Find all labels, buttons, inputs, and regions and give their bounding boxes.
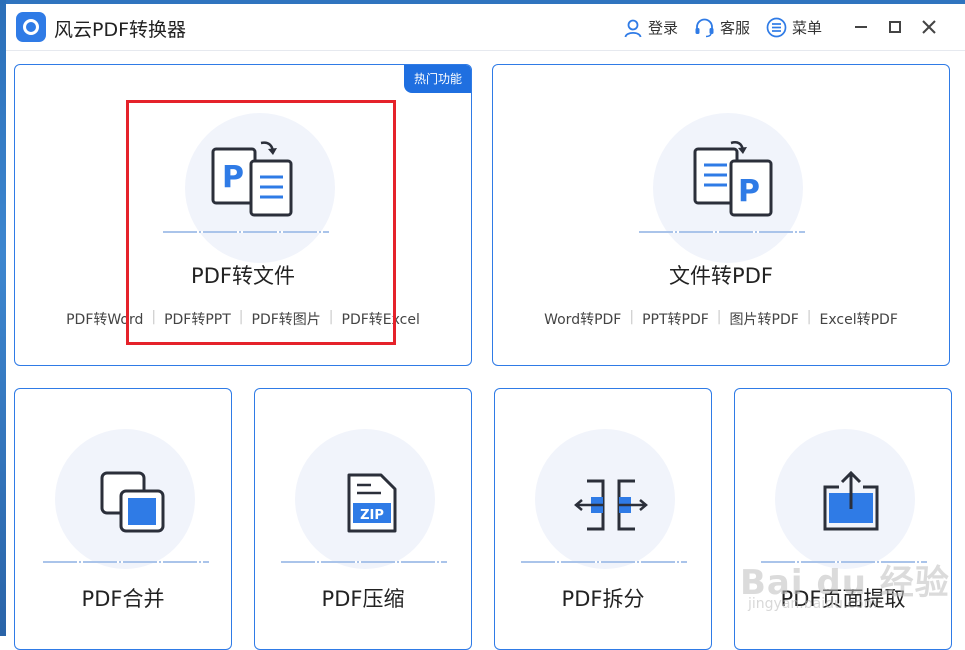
zip-file-icon: ZIP (347, 473, 397, 533)
file-to-pdf-links: Word转PDF | PPT转PDF | 图片转PDF | Excel转PDF (493, 309, 949, 329)
pdf-merge-card[interactable]: PDF合并 (14, 388, 232, 650)
divider (639, 231, 805, 233)
file-to-pdf-title: 文件转PDF (669, 264, 773, 288)
support-button[interactable]: 客服 (694, 17, 750, 38)
support-label: 客服 (720, 19, 751, 37)
maximize-icon[interactable] (884, 16, 906, 38)
menu-icon (766, 17, 787, 38)
minimize-icon[interactable] (850, 16, 872, 38)
menu-label: 菜单 (792, 19, 823, 37)
menu-button[interactable]: 菜单 (766, 17, 822, 38)
link-word-to-pdf[interactable]: Word转PDF (536, 309, 629, 329)
headset-icon (695, 18, 714, 37)
file-to-pdf-icon: P (693, 141, 773, 217)
extract-icon (823, 470, 879, 531)
zip-label: ZIP (360, 508, 384, 523)
close-icon[interactable] (918, 16, 940, 38)
divider (281, 561, 447, 563)
desktop-edge-left (0, 0, 6, 636)
pdf-compress-title: PDF压缩 (321, 587, 405, 611)
merge-icon (100, 471, 165, 533)
app-title: 风云PDF转换器 (54, 19, 187, 41)
login-label: 登录 (648, 19, 679, 37)
login-button[interactable]: 登录 (623, 17, 678, 38)
file-to-pdf-card[interactable]: P 文件转PDF Word转PDF | PPT转PDF | 图片转PDF | E… (492, 64, 950, 366)
link-image-to-pdf[interactable]: 图片转PDF (722, 309, 807, 329)
baidu-watermark-url: jingyan.baidu.com (748, 596, 878, 612)
user-icon (624, 19, 642, 37)
title-bar: 风云PDF转换器 登录 客服 菜单 (6, 4, 965, 51)
pdf-merge-title: PDF合并 (81, 587, 165, 611)
red-highlight-box (126, 100, 396, 345)
svg-text:P: P (738, 174, 760, 209)
pdf-split-card[interactable]: PDF拆分 (494, 388, 712, 650)
link-excel-to-pdf[interactable]: Excel转PDF (812, 309, 906, 329)
divider (521, 561, 687, 563)
split-icon (574, 479, 648, 531)
pdf-compress-card[interactable]: ZIP PDF压缩 (254, 388, 472, 650)
pdf-split-title: PDF拆分 (561, 587, 645, 611)
hot-feature-badge: 热门功能 (403, 65, 471, 93)
app-logo-icon (16, 12, 46, 42)
divider (43, 561, 209, 563)
link-ppt-to-pdf[interactable]: PPT转PDF (634, 309, 717, 329)
